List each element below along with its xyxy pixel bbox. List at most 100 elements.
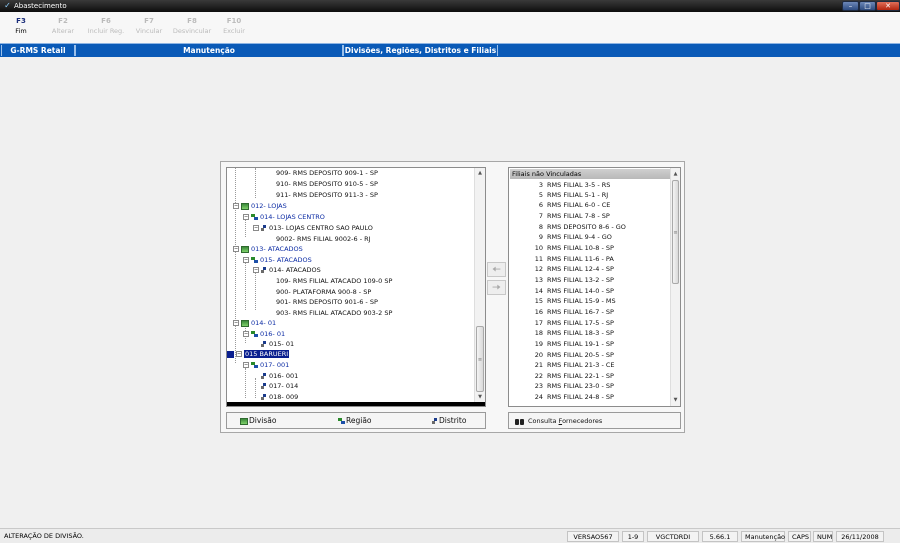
- list-item[interactable]: 24 RMS FILIAL 24-8 - SP: [509, 392, 614, 402]
- arrow-left-icon[interactable]: 🠤: [487, 262, 506, 277]
- tree-node-district[interactable]: 017- 014: [261, 381, 298, 391]
- collapse-icon[interactable]: −: [243, 362, 249, 368]
- tree-node-label: 9002- RMS FILIAL 9002-6 - RJ: [276, 235, 371, 243]
- list-item[interactable]: 16 RMS FILIAL 16-7 - SP: [509, 307, 614, 317]
- list-item[interactable]: 11 RMS FILIAL 11-6 - PA: [509, 254, 614, 264]
- incluir-reg-key: F6: [101, 17, 111, 25]
- tree-node-division-selected[interactable]: −015 BARUERI: [227, 349, 290, 359]
- branch-number: 10: [534, 244, 543, 252]
- collapse-icon[interactable]: −: [233, 320, 239, 326]
- list-scrollbar[interactable]: ▲ ≡ ▼: [670, 168, 680, 406]
- branch-name: RMS FILIAL 20-5 - SP: [547, 351, 614, 359]
- list-scroll-thumb[interactable]: ≡: [672, 180, 679, 284]
- status-bar: ALTERAÇÃO DE DIVISÃO. VERSAO567 1-9 VGCT…: [0, 528, 900, 543]
- tree-node-label: 910- RMS DEPOSITO 910-5 - SP: [276, 180, 378, 188]
- vincular-label: Vincular: [135, 27, 163, 35]
- list-item[interactable]: 6 RMS FILIAL 6-0 - CE: [509, 200, 611, 210]
- branch-number: 22: [534, 372, 543, 380]
- list-item[interactable]: 10 RMS FILIAL 10-8 - SP: [509, 243, 614, 253]
- binoculars-icon: [515, 417, 525, 425]
- tree-node-region[interactable]: − 017- 001: [243, 360, 289, 370]
- tree-node[interactable]: 909- RMS DEPOSITO 909-1 - SP: [259, 168, 378, 178]
- list-item[interactable]: 13 RMS FILIAL 13-2 - SP: [509, 275, 614, 285]
- collapse-icon[interactable]: −: [233, 246, 239, 252]
- collapse-icon[interactable]: −: [253, 267, 259, 273]
- tree-scrollbar[interactable]: ▲ ≡ ▼: [474, 168, 485, 402]
- incluir-reg-button[interactable]: F6 Incluir Reg.: [84, 17, 128, 41]
- list-item[interactable]: 7 RMS FILIAL 7-8 - SP: [509, 211, 610, 221]
- screen-name: Divisões, Regiões, Distritos e Filiais: [343, 45, 498, 56]
- collapse-icon[interactable]: −: [253, 225, 259, 231]
- consult-suppliers-button[interactable]: Consulta Fornecedores: [515, 415, 602, 427]
- scroll-down-arrow-icon[interactable]: ▼: [671, 395, 680, 405]
- consult-label-post: ornecedores: [562, 417, 603, 425]
- branch-name: RMS FILIAL 23-0 - SP: [547, 382, 614, 390]
- branch-number: 11: [534, 255, 543, 263]
- tree-node[interactable]: 910- RMS DEPOSITO 910-5 - SP: [259, 179, 378, 189]
- desvincular-button[interactable]: F8 Desvincular: [170, 17, 214, 41]
- tree-node[interactable]: 901- RMS DEPOSITO 901-6 - SP: [259, 297, 378, 307]
- tree-node-label: 900- PLATAFORMA 900-8 - SP: [276, 288, 372, 296]
- list-item[interactable]: 9 RMS FILIAL 9-4 - GO: [509, 232, 612, 242]
- tree-node-division[interactable]: − 014- 01: [233, 318, 276, 328]
- unlinked-branches-list[interactable]: Filiais não Vinculadas 3 RMS FILIAL 3-5 -…: [508, 167, 681, 407]
- list-item[interactable]: 19 RMS FILIAL 19-1 - SP: [509, 339, 614, 349]
- tree-node-district[interactable]: 018- 009: [261, 392, 298, 402]
- region-icon: [338, 417, 345, 425]
- tree-node-district[interactable]: 016- 001: [261, 371, 298, 381]
- tree-node-district[interactable]: − 013- LOJAS CENTRO SAO PAULO: [253, 223, 373, 233]
- module-name: G-RMS Retail: [1, 45, 75, 56]
- list-item[interactable]: 23 RMS FILIAL 23-0 - SP: [509, 381, 614, 391]
- arrow-right-icon[interactable]: 🠦: [487, 280, 506, 295]
- tree-node-region[interactable]: − 014- LOJAS CENTRO: [243, 212, 325, 222]
- scroll-up-arrow-icon[interactable]: ▲: [475, 168, 485, 178]
- collapse-icon[interactable]: −: [243, 331, 249, 337]
- collapse-icon[interactable]: −: [243, 214, 249, 220]
- list-item[interactable]: 12 RMS FILIAL 12-4 - SP: [509, 264, 614, 274]
- tree-node[interactable]: 109- RMS FILIAL ATACADO 109-0 SP: [259, 276, 392, 286]
- branch-number: 18: [534, 329, 543, 337]
- tree-node-label: 014- LOJAS CENTRO: [260, 213, 325, 221]
- minimize-button[interactable]: –: [842, 1, 859, 11]
- fim-button[interactable]: F3 Fim: [6, 17, 36, 41]
- close-button[interactable]: ✕: [876, 1, 900, 11]
- tree-node-region[interactable]: − 016- 01: [243, 329, 285, 339]
- tree-node-division[interactable]: − 013- ATACADOS: [233, 244, 303, 254]
- alterar-button[interactable]: F2 Alterar: [46, 17, 80, 41]
- tree-node-label: 911- RMS DEPOSITO 911-3 - SP: [276, 191, 378, 199]
- list-item[interactable]: 17 RMS FILIAL 17-5 - SP: [509, 318, 614, 328]
- excluir-key: F10: [226, 17, 242, 25]
- scroll-down-arrow-icon[interactable]: ▼: [475, 392, 485, 402]
- collapse-icon[interactable]: −: [243, 257, 249, 263]
- list-item[interactable]: 22 RMS FILIAL 22-1 - SP: [509, 371, 614, 381]
- collapse-icon[interactable]: −: [233, 203, 239, 209]
- tree-node[interactable]: 900- PLATAFORMA 900-8 - SP: [259, 287, 371, 297]
- maximize-button[interactable]: □: [859, 1, 876, 11]
- tree-node-district[interactable]: 015- 01: [261, 339, 294, 349]
- list-item[interactable]: 14 RMS FILIAL 14-0 - SP: [509, 286, 614, 296]
- list-item[interactable]: 15 RMS FILIAL 15-9 - MS: [509, 296, 616, 306]
- hierarchy-tree[interactable]: 909- RMS DEPOSITO 909-1 - SP 910- RMS DE…: [226, 167, 486, 407]
- tree-node-region[interactable]: − 015- ATACADOS: [243, 255, 312, 265]
- branch-name: RMS FILIAL 12-4 - SP: [547, 265, 614, 273]
- tree-node-division[interactable]: − 012- LOJAS: [233, 201, 287, 211]
- branch-name: RMS FILIAL 19-1 - SP: [547, 340, 614, 348]
- list-item[interactable]: 18 RMS FILIAL 18-3 - SP: [509, 328, 614, 338]
- list-item[interactable]: 3 RMS FILIAL 3-5 - RS: [509, 180, 611, 190]
- branch-number: 9: [538, 233, 543, 241]
- list-item[interactable]: 20 RMS FILIAL 20-5 - SP: [509, 350, 614, 360]
- list-item[interactable]: 8 RMS DEPOSITO 8-6 - GO: [509, 222, 626, 232]
- tree-node-district[interactable]: − 014- ATACADOS: [253, 265, 321, 275]
- status-release: 5.66.1: [702, 531, 738, 542]
- collapse-icon[interactable]: −: [236, 351, 242, 357]
- division-icon: [240, 417, 248, 425]
- scroll-up-arrow-icon[interactable]: ▲: [671, 169, 680, 179]
- list-item[interactable]: 21 RMS FILIAL 21-3 - CE: [509, 360, 615, 370]
- tree-node[interactable]: 9002- RMS FILIAL 9002-6 - RJ: [259, 234, 371, 244]
- excluir-button[interactable]: F10 Excluir: [218, 17, 250, 41]
- tree-scroll-thumb[interactable]: ≡: [476, 326, 484, 392]
- tree-node[interactable]: 903- RMS FILIAL ATACADO 903-2 SP: [259, 308, 392, 318]
- list-item[interactable]: 5 RMS FILIAL 5-1 - RJ: [509, 190, 608, 200]
- vincular-button[interactable]: F7 Vincular: [131, 17, 167, 41]
- tree-node[interactable]: 911- RMS DEPOSITO 911-3 - SP: [259, 190, 378, 200]
